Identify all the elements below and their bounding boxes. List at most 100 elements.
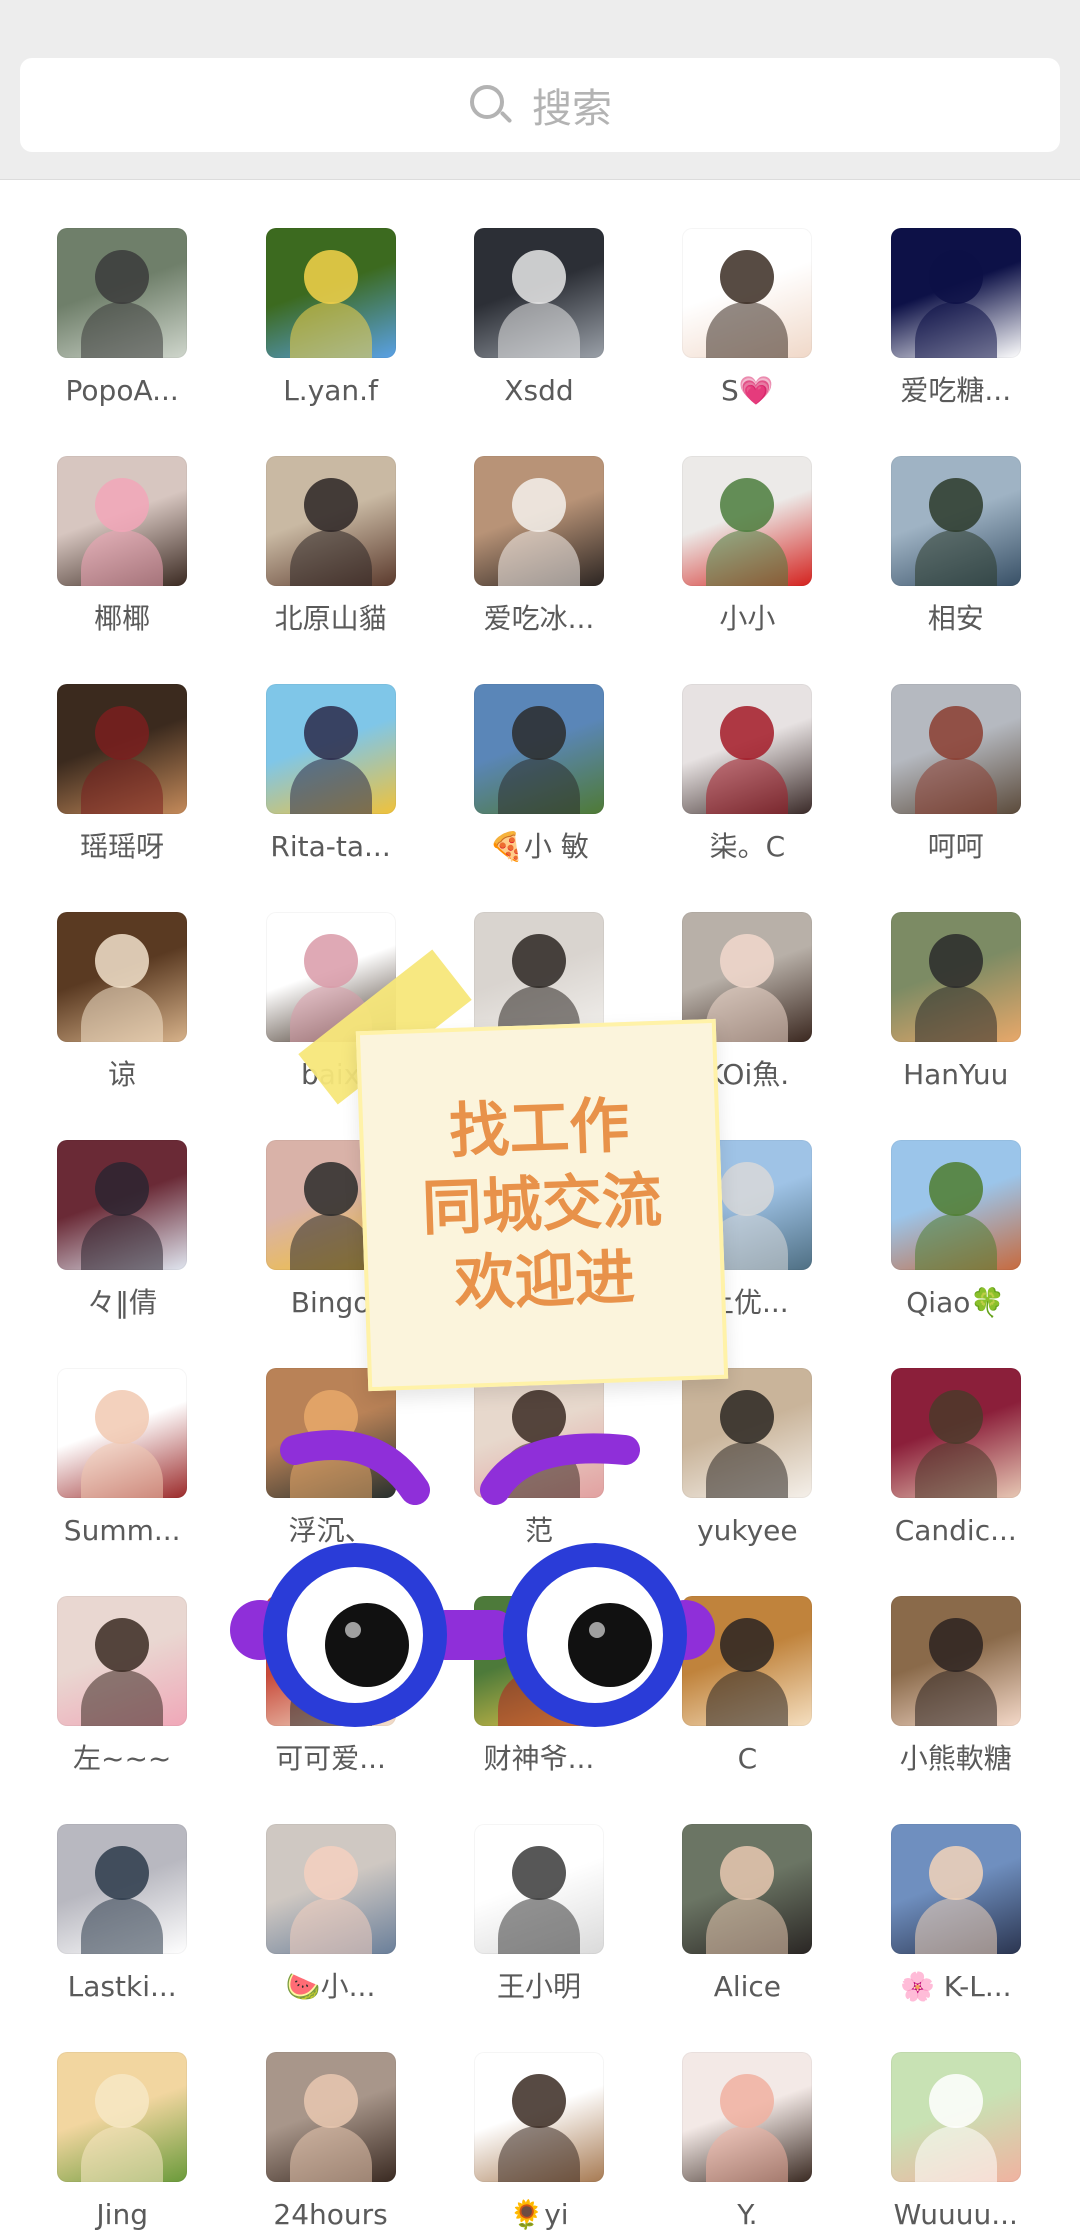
- member-item[interactable]: 爱吃冰...: [435, 456, 643, 684]
- member-item[interactable]: Lastki...: [18, 1824, 226, 2052]
- member-item[interactable]: 爱吃糖...: [852, 228, 1060, 456]
- member-name: 谅: [108, 1058, 137, 1091]
- member-avatar: [57, 456, 188, 586]
- sticky-note-sticker: 找工作 同城交流 欢迎进: [355, 1018, 729, 1392]
- member-name: 🌸 K-L...: [899, 1970, 1012, 2003]
- member-avatar: [890, 456, 1021, 586]
- member-avatar: [473, 456, 604, 586]
- member-avatar: [57, 1596, 188, 1726]
- member-name: HanYuu: [903, 1058, 1009, 1091]
- member-avatar: [473, 1824, 604, 1954]
- member-name: Lastki...: [67, 1970, 177, 2003]
- member-item[interactable]: Qiao🍀: [852, 1140, 1060, 1368]
- member-item[interactable]: 小小: [643, 456, 851, 684]
- member-item[interactable]: 小熊軟糖: [852, 1596, 1060, 1824]
- member-item[interactable]: Xsdd: [435, 228, 643, 456]
- member-item[interactable]: HanYuu: [852, 912, 1060, 1140]
- member-avatar: [265, 228, 396, 358]
- member-item[interactable]: 谅: [18, 912, 226, 1140]
- member-name: S💗: [721, 374, 774, 407]
- member-name: 々‖倩: [87, 1286, 158, 1319]
- member-name: Wuuuu...: [893, 2198, 1018, 2231]
- member-name: Jing: [96, 2198, 148, 2231]
- note-line-2: 同城交流: [420, 1165, 664, 1245]
- member-avatar: [265, 456, 396, 586]
- member-name: Candic...: [894, 1514, 1017, 1547]
- member-name: 小熊軟糖: [899, 1742, 1012, 1775]
- member-item[interactable]: 🍕小 敏: [435, 684, 643, 912]
- right-pupil-glint: [589, 1622, 605, 1638]
- member-name: L.yan.f: [283, 374, 378, 407]
- member-name: 左~~~: [72, 1742, 172, 1775]
- member-name: Alice: [713, 1970, 782, 2003]
- member-avatar: [57, 684, 188, 814]
- member-item[interactable]: Candic...: [852, 1368, 1060, 1596]
- member-item[interactable]: Jing: [18, 2052, 226, 2233]
- member-name: Y.: [737, 2198, 758, 2231]
- left-pupil: [325, 1603, 409, 1687]
- member-name: 爱吃糖...: [900, 374, 1012, 407]
- member-avatar: [265, 684, 396, 814]
- member-item[interactable]: Wuuuu...: [852, 2052, 1060, 2233]
- member-avatar: [682, 228, 813, 358]
- member-name: 柒。C: [709, 830, 786, 863]
- member-name: 小小: [719, 602, 776, 635]
- member-item[interactable]: 椰椰: [18, 456, 226, 684]
- member-name: 🌻yi: [509, 2198, 569, 2231]
- member-name: 🍕小 敏: [489, 830, 589, 863]
- member-item[interactable]: 相安: [852, 456, 1060, 684]
- member-avatar: [265, 2052, 396, 2182]
- member-item[interactable]: Rita-ta...: [226, 684, 434, 912]
- member-name: 相安: [927, 602, 984, 635]
- member-name: 椰椰: [94, 602, 151, 635]
- member-name: 北原山貓: [274, 602, 387, 635]
- search-input[interactable]: 搜索: [20, 58, 1060, 152]
- member-avatar: [682, 684, 813, 814]
- member-item[interactable]: 🌸 K-L...: [852, 1824, 1060, 2052]
- member-avatar: [473, 2052, 604, 2182]
- member-name: Qiao🍀: [906, 1286, 1006, 1319]
- member-avatar: [473, 684, 604, 814]
- member-item[interactable]: 北原山貓: [226, 456, 434, 684]
- member-avatar: [890, 684, 1021, 814]
- note-line-3: 欢迎进: [453, 1242, 636, 1320]
- member-item[interactable]: 左~~~: [18, 1596, 226, 1824]
- member-item[interactable]: 🍉小...: [226, 1824, 434, 2052]
- member-item[interactable]: L.yan.f: [226, 228, 434, 456]
- member-name: 爱吃冰...: [483, 602, 595, 635]
- member-avatar: [890, 228, 1021, 358]
- member-avatar: [682, 2052, 813, 2182]
- member-item[interactable]: S💗: [643, 228, 851, 456]
- right-pupil: [568, 1603, 652, 1687]
- member-avatar: [57, 228, 188, 358]
- left-pupil-glint: [345, 1622, 361, 1638]
- right-eyebrow: [480, 1433, 640, 1505]
- member-item[interactable]: 王小明: [435, 1824, 643, 2052]
- member-item[interactable]: 々‖倩: [18, 1140, 226, 1368]
- member-item[interactable]: Summ...: [18, 1368, 226, 1596]
- member-avatar: [57, 1824, 188, 1954]
- member-name: 24hours: [273, 2198, 388, 2231]
- member-name: Rita-ta...: [270, 830, 391, 863]
- member-name: Xsdd: [504, 374, 574, 407]
- member-item[interactable]: PopoA...: [18, 228, 226, 456]
- search-placeholder: 搜索: [532, 86, 612, 132]
- member-item[interactable]: 呵呵: [852, 684, 1060, 912]
- member-avatar: [473, 228, 604, 358]
- member-item[interactable]: Y.: [643, 2052, 851, 2233]
- member-item[interactable]: 瑶瑶呀: [18, 684, 226, 912]
- member-name: Summ...: [63, 1514, 181, 1547]
- member-avatar: [890, 912, 1021, 1042]
- member-name: 呵呵: [927, 830, 984, 863]
- member-name: 王小明: [496, 1970, 581, 2003]
- member-item[interactable]: 🌻yi: [435, 2052, 643, 2233]
- left-eyebrow: [280, 1430, 430, 1505]
- member-item[interactable]: 24hours: [226, 2052, 434, 2233]
- member-avatar: [890, 2052, 1021, 2182]
- search-icon: [468, 83, 513, 127]
- member-item[interactable]: 柒。C: [643, 684, 851, 912]
- member-avatar: [57, 912, 188, 1042]
- group-members-page: 搜索 PopoA... L.yan.f Xsdd S💗 爱吃糖... 椰椰 北原山貓 爱吃冰.…: [0, 0, 1080, 2233]
- member-item[interactable]: Alice: [643, 1824, 851, 2052]
- member-avatar: [682, 456, 813, 586]
